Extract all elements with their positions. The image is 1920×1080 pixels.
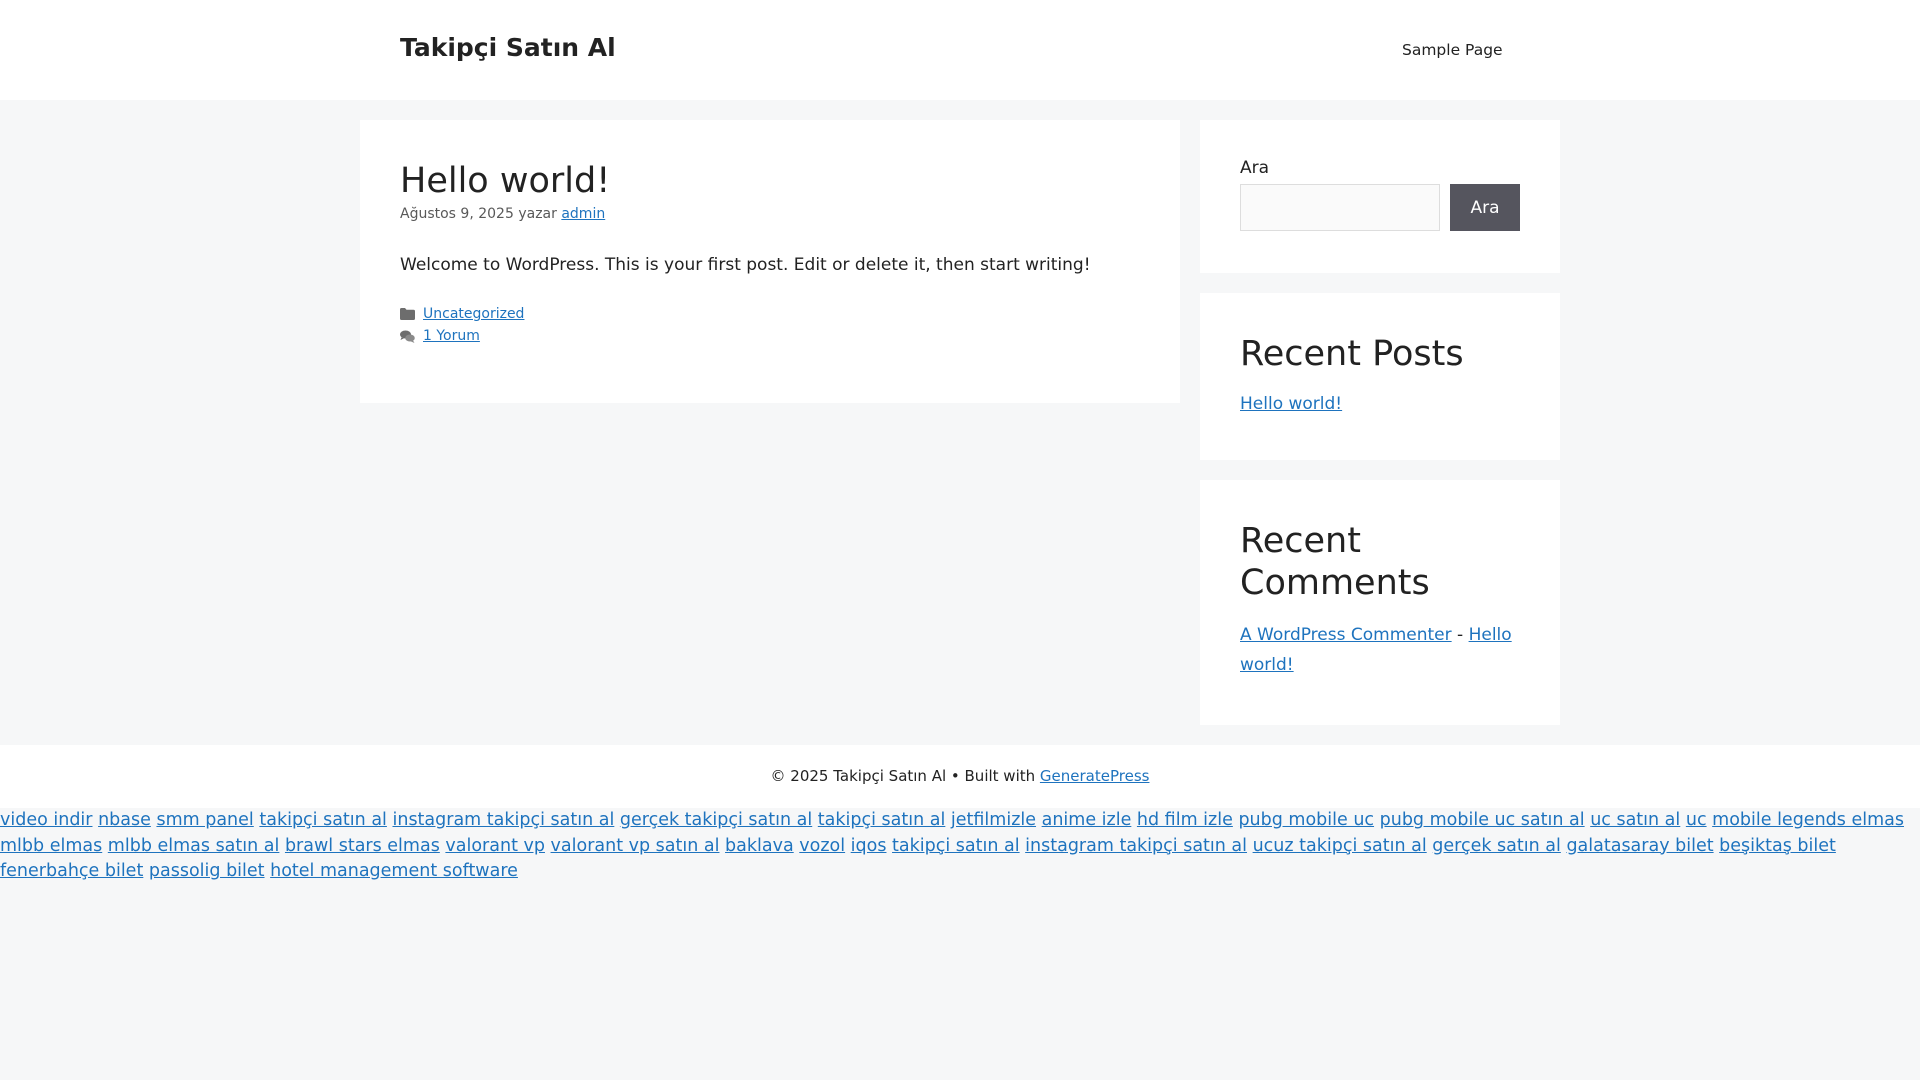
search-form: Ara	[1240, 184, 1520, 231]
site-title[interactable]: Takipçi Satın Al	[400, 33, 616, 62]
recent-comments-title: Recent Comments	[1240, 521, 1430, 603]
recent-comments-list: A WordPress Commenter - Hello world!	[1240, 620, 1520, 680]
recent-posts-title: Recent Posts	[1240, 334, 1464, 374]
post-category-link[interactable]: Uncategorized	[423, 303, 524, 325]
footer-link[interactable]: anime izle	[1042, 810, 1132, 830]
footer-link[interactable]: mobile legends elmas	[1712, 810, 1904, 830]
footer-link[interactable]: uc satın al	[1590, 810, 1680, 830]
post-category-row: Uncategorized	[400, 303, 1140, 325]
recent-post-link[interactable]: Hello world!	[1240, 394, 1342, 414]
post-article: Hello world! Ağustos 9, 2025 yazar admin…	[360, 120, 1180, 403]
post-comments-link[interactable]: 1 Yorum	[423, 325, 480, 347]
footer-link[interactable]: passolig bilet	[149, 861, 265, 881]
recent-comments-widget: Recent Comments A WordPress Commenter - …	[1200, 480, 1560, 725]
post-content: Welcome to WordPress. This is your first…	[400, 255, 1091, 275]
footer-link[interactable]: takipçi satın al	[892, 836, 1020, 856]
footer-link[interactable]: takipçi satın al	[259, 810, 387, 830]
recent-comment-separator: -	[1457, 625, 1464, 645]
footer-link[interactable]: hd film izle	[1137, 810, 1233, 830]
footer-link[interactable]: galatasaray bilet	[1566, 836, 1713, 856]
footer-link[interactable]: baklava	[725, 836, 794, 856]
search-widget: Ara Ara	[1200, 120, 1560, 273]
footer-link[interactable]: fenerbahçe bilet	[0, 861, 143, 881]
footer-link[interactable]: gerçek takipçi satın al	[620, 810, 812, 830]
recent-comment-author-link[interactable]: A WordPress Commenter	[1240, 625, 1452, 645]
recent-posts-list: Hello world!	[1240, 389, 1520, 419]
footer-link[interactable]: instagram takipçi satın al	[392, 810, 614, 830]
footer-link[interactable]: brawl stars elmas	[285, 836, 440, 856]
footer-link[interactable]: video indir	[0, 810, 92, 830]
post-meta: Ağustos 9, 2025 yazar admin	[400, 206, 1140, 222]
footer-link[interactable]: vozol	[799, 836, 845, 856]
footer-link[interactable]: valorant vp	[445, 836, 545, 856]
footer-links: video indir nbase smm panel takipçi satı…	[0, 808, 1920, 885]
footer-link[interactable]: beşiktaş bilet	[1719, 836, 1836, 856]
footer-link[interactable]: uc	[1686, 810, 1707, 830]
site-info: © 2025 Takipçi Satın Al • Built with Gen…	[0, 745, 1920, 808]
footer-link[interactable]: valorant vp satın al	[551, 836, 720, 856]
footer-link[interactable]: smm panel	[156, 810, 253, 830]
recent-posts-widget: Recent Posts Hello world!	[1200, 293, 1560, 460]
footer-link[interactable]: ucuz takipçi satın al	[1253, 836, 1427, 856]
comments-icon	[400, 330, 415, 343]
theme-credit-link[interactable]: GeneratePress	[1040, 767, 1150, 785]
post-author-link[interactable]: admin	[561, 206, 605, 222]
footer-link[interactable]: nbase	[98, 810, 151, 830]
search-button[interactable]: Ara	[1450, 184, 1520, 231]
primary-nav: Sample Page	[1390, 0, 1515, 100]
footer-link[interactable]: mlbb elmas	[0, 836, 102, 856]
post-title: Hello world!	[400, 161, 611, 201]
nav-item-sample-page[interactable]: Sample Page	[1390, 41, 1515, 59]
post-footer: Uncategorized 1 Yorum	[400, 303, 1140, 347]
footer-link[interactable]: hotel management software	[270, 861, 518, 881]
footer-link[interactable]: gerçek satın al	[1432, 836, 1561, 856]
post-date: Ağustos 9, 2025	[400, 206, 514, 222]
footer-link[interactable]: instagram takipçi satın al	[1025, 836, 1247, 856]
search-input[interactable]	[1240, 184, 1440, 231]
footer-link[interactable]: takipçi satın al	[818, 810, 946, 830]
folder-icon	[400, 308, 415, 321]
footer-link[interactable]: pubg mobile uc	[1238, 810, 1374, 830]
footer-link[interactable]: pubg mobile uc satın al	[1380, 810, 1585, 830]
post-comments-row: 1 Yorum	[400, 325, 1140, 347]
search-label: Ara	[1240, 158, 1270, 178]
footer-link[interactable]: mlbb elmas satın al	[108, 836, 280, 856]
site-header: Takipçi Satın Al Sample Page	[0, 0, 1920, 100]
post-by-word: yazar	[518, 206, 557, 222]
footer-link[interactable]: iqos	[851, 836, 887, 856]
copyright-text: © 2025 Takipçi Satın Al • Built with	[770, 767, 1036, 785]
footer-link[interactable]: jetfilmizle	[951, 810, 1036, 830]
